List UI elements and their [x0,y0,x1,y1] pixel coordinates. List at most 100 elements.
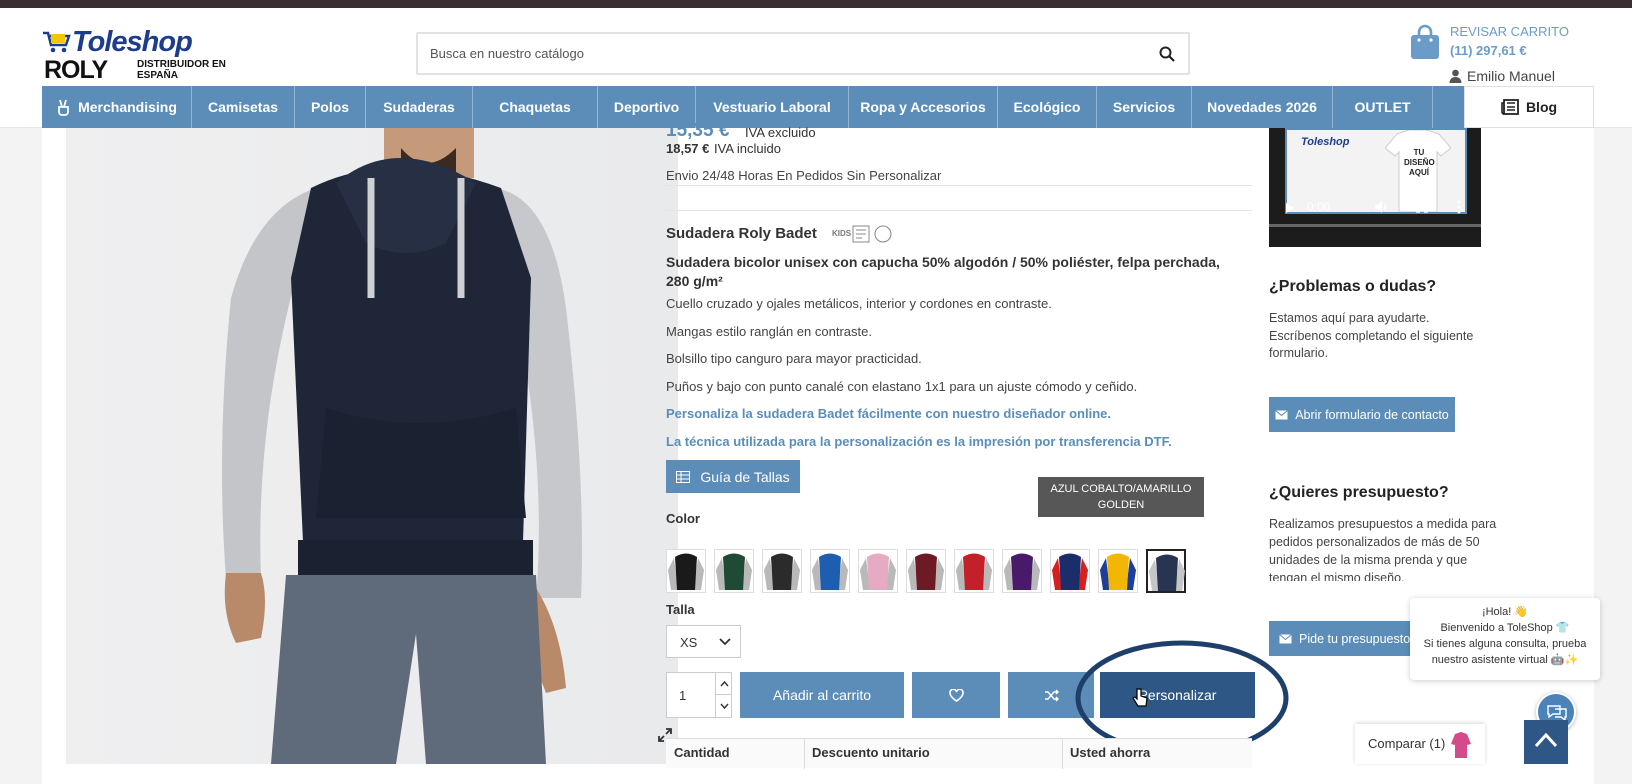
color-swatch[interactable] [1002,549,1042,593]
video-thumb-text: TU DISEÑO AQUÍ [1404,148,1435,177]
product-badges-icon [852,225,892,243]
dtf-info-link[interactable]: La técnica utilizada para la personaliza… [666,434,1172,449]
nav-item-novedades[interactable]: Novedades 2026 [1192,86,1333,128]
hoodie-swatch-icon [1100,553,1136,590]
volume-icon[interactable] [1374,200,1390,214]
logo-toleshop: Toleshop [72,26,193,58]
qty-decrease-button[interactable] [715,695,732,717]
product-subtitle: Sudadera bicolor unisex con capucha 50% … [666,254,1220,289]
compare-bar[interactable]: Comparar (1) [1355,724,1485,764]
nav-item-chaquetas[interactable]: Chaquetas [473,86,598,128]
price-excl: 15,35 € [666,120,730,141]
divider [666,185,1252,186]
nav-item-blog[interactable]: Blog [1464,86,1594,128]
nav-item-sudaderas[interactable]: Sudaderas [366,86,473,128]
personalize-link[interactable]: Personaliza la sudadera Badet fácilmente… [666,406,1111,421]
qty-increase-button[interactable] [715,673,732,695]
fullscreen-icon[interactable] [1416,201,1428,213]
color-swatch[interactable] [762,549,802,593]
color-swatch[interactable] [666,549,706,593]
user-name[interactable]: Emilio Manuel [1467,68,1555,84]
main-nav: Merchandising Camisetas Polos Sudaderas … [42,86,1594,128]
chevron-down-icon [720,703,729,710]
hoodie-swatch-icon [1004,553,1040,590]
color-swatch[interactable] [1146,549,1186,593]
search-input[interactable] [430,34,1130,73]
cart-summary[interactable]: REVISAR CARRITO (11) 297,61 € [1410,22,1580,66]
search-box [416,32,1190,75]
cart-logo-icon [43,31,71,53]
contact-form-button[interactable]: Abrir formulario de contacto [1269,397,1455,432]
product-image[interactable] [66,128,678,764]
help-title: ¿Problemas o dudas? [1269,278,1437,295]
chat-line-4: nuestro asistente virtual 🤖✨ [1431,654,1579,666]
envelope-icon [1275,409,1289,419]
quote-title: ¿Quieres presupuesto? [1269,484,1449,501]
size-select[interactable]: XS [666,625,741,658]
scroll-to-top-button[interactable] [1524,720,1568,764]
color-swatch[interactable] [954,549,994,593]
color-swatch[interactable] [858,549,898,593]
product-page: 15,35 € IVA excluido 18,57 € IVA incluid… [42,120,1594,784]
nav-item-outlet[interactable]: OUTLET [1333,86,1433,128]
product-name: Sudadera Roly Badet [666,225,817,242]
nav-item-servicios[interactable]: Servicios [1097,86,1192,128]
table-header-qty: Cantidad [674,745,730,760]
hoodie-swatch-icon [668,553,704,590]
hoodie-swatch-icon [764,553,800,590]
more-options-icon[interactable] [1457,200,1461,214]
price-excl-label: IVA excluido [745,125,816,140]
user-account[interactable]: Emilio Manuel [1449,68,1555,84]
volume-discount-table: Cantidad Descuento unitario Usted ahorra [666,738,1252,769]
video-time: 0:00 [1307,200,1331,214]
nav-item-polos[interactable]: Polos [295,86,366,128]
logo-roly: ROLY [44,56,108,84]
color-swatch[interactable] [810,549,850,593]
wishlist-button[interactable] [912,672,1000,718]
chevron-down-icon [719,638,731,646]
size-guide-button[interactable]: Guía de Tallas [666,460,800,493]
nav-item-camisetas[interactable]: Camisetas [192,86,295,128]
hoodie-swatch-icon [860,553,896,590]
newspaper-icon [1501,99,1519,115]
color-tooltip: AZUL COBALTO/AMARILLO GOLDEN [1038,477,1204,517]
logo-distribuidor: DISTRIBUIDOR EN ESPAÑA [137,59,226,81]
chevron-up-icon [720,680,729,687]
video-player[interactable]: Toleshop TU DISEÑO AQUÍ 0:00 [1269,128,1481,247]
chevron-up-icon [1534,732,1558,748]
help-text: Estamos aquí para ayudarte. Escríbenos c… [1269,311,1474,360]
cart-total[interactable]: (11) 297,61 € [1450,43,1527,58]
feature-4: Puños y bajo con punto canalé con elasta… [666,379,1138,394]
quantity-stepper[interactable]: 1 [666,672,732,718]
compare-thumbnail [1451,732,1471,758]
hoodie-swatch-icon [1149,554,1185,591]
play-icon[interactable] [1285,202,1295,214]
nav-item-ropa-accesorios[interactable]: Ropa y Accesorios [849,86,998,128]
chat-greeting-bubble[interactable]: ¡Hola! 👋 Bienvenido a ToleShop 👕 Si tien… [1410,598,1600,680]
color-swatch[interactable] [906,549,946,593]
search-icon[interactable] [1158,45,1176,63]
nav-item-ecologico[interactable]: Ecológico [998,86,1097,128]
price-incl: 18,57 € [666,141,710,156]
shopping-bag-icon [1411,24,1439,59]
table-header-discount: Descuento unitario [812,745,930,760]
color-swatch[interactable] [1050,549,1090,593]
heart-icon [948,688,964,702]
cart-label[interactable]: REVISAR CARRITO [1450,24,1569,39]
size-label: Talla [666,602,695,617]
table-icon [676,470,691,483]
top-strip [0,0,1632,8]
hoodie-swatch-icon [1052,553,1088,590]
color-swatch[interactable] [1098,549,1138,593]
add-to-cart-button[interactable]: Añadir al carrito [740,672,904,718]
user-icon [1449,69,1462,83]
color-swatch[interactable] [714,549,754,593]
hoodie-swatch-icon [812,553,848,590]
divider [666,210,1252,211]
quantity-value[interactable]: 1 [679,688,686,703]
compare-label[interactable]: Comparar (1) [1368,736,1445,751]
nav-item-merchandising[interactable]: Merchandising [42,86,192,128]
site-logo[interactable]: Toleshop ROLY DISTRIBUIDOR EN ESPAÑA [42,26,227,84]
chat-line-2: Bienvenido a ToleShop 👕 [1440,622,1570,634]
hoodie-swatch-icon [908,553,944,590]
